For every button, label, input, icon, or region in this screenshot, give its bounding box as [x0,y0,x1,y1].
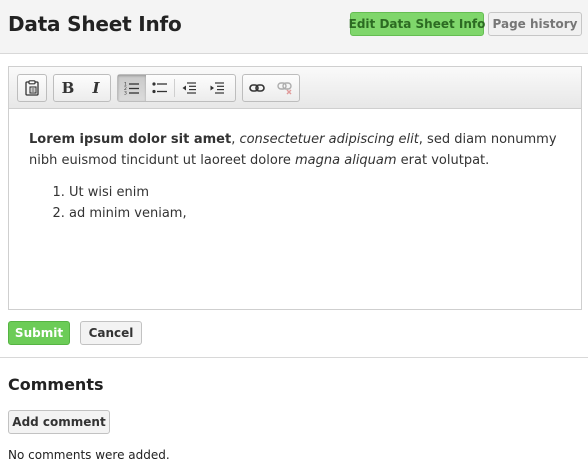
rich-text-editor[interactable]: B I 1 2 3 Lorem ipsum dolor sit amet, co… [8,66,582,310]
italic-icon[interactable]: I [82,75,110,101]
editor-toolbar: B I 1 2 3 [9,67,581,109]
page-history-button[interactable]: Page history [488,12,582,36]
bulleted-list-icon[interactable] [146,75,174,101]
list-item: Ut wisi enim [69,182,569,203]
bold-icon[interactable]: B [54,75,82,101]
cancel-button[interactable]: Cancel [80,321,142,345]
indent-icon[interactable] [203,75,231,101]
editor-paragraph: Lorem ipsum dolor sit amet, consectetuer… [29,129,569,171]
text-segment: erat volutpat. [396,153,490,168]
page-title: Data Sheet Info [8,12,182,36]
svg-text:3: 3 [124,91,127,96]
comments-heading: Comments [8,375,104,394]
numbered-list: Ut wisi enim ad minim veniam, [29,182,569,224]
italic-text-2: magna aliquam [295,153,397,168]
italic-text: consectetuer adipiscing elit [239,132,419,147]
paste-icon[interactable] [18,75,46,101]
add-comment-button[interactable]: Add comment [8,410,110,434]
format-group: B I [53,74,111,102]
link-group [242,74,300,102]
no-comments-text: No comments were added. [8,448,170,462]
list-group: 1 2 3 [117,74,236,102]
editor-content[interactable]: Lorem ipsum dolor sit amet, consectetuer… [29,129,569,224]
numbered-list-icon[interactable]: 1 2 3 [118,75,146,101]
clipboard-group [17,74,47,102]
submit-button[interactable]: Submit [8,321,70,345]
edit-data-sheet-button[interactable]: Edit Data Sheet Info [349,12,485,36]
link-icon[interactable] [243,75,271,101]
unlink-icon[interactable] [271,75,299,101]
bold-text: Lorem ipsum dolor sit amet [29,132,232,147]
outdent-icon[interactable] [175,75,203,101]
list-item: ad minim veniam, [69,203,569,224]
section-divider [0,357,588,358]
page-header: Data Sheet Info Edit Data Sheet Info Pag… [0,0,588,54]
